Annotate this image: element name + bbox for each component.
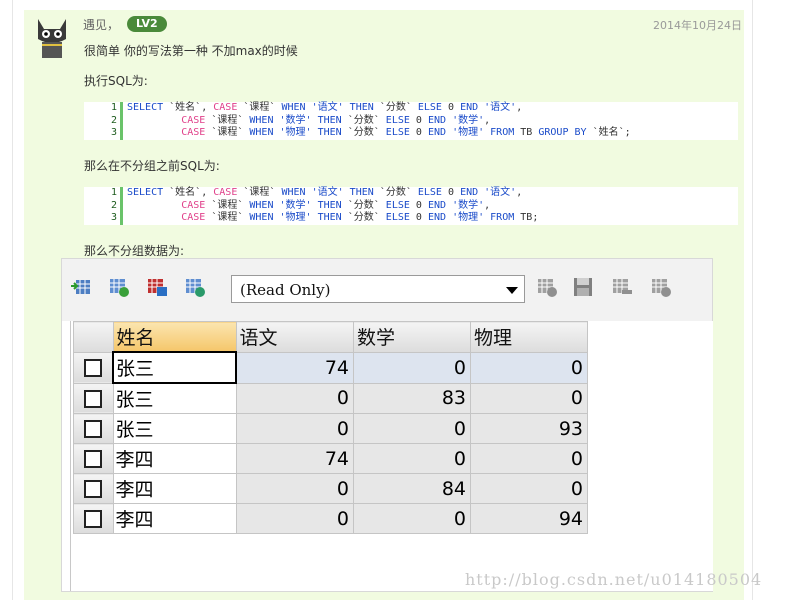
result-mode-select[interactable]: (Read Only) bbox=[231, 275, 525, 303]
column-header[interactable]: 语文 bbox=[235, 321, 354, 353]
cell-score[interactable]: 0 bbox=[235, 473, 354, 504]
line-number: 2 bbox=[84, 199, 123, 212]
line-number: 1 bbox=[84, 187, 123, 200]
cell-score[interactable]: 94 bbox=[470, 503, 588, 534]
cell-score[interactable]: 93 bbox=[470, 413, 588, 444]
data-label: 那么不分组数据为: bbox=[84, 244, 185, 258]
watermark: http://blog.csdn.net/u014180504 bbox=[465, 570, 763, 589]
result-grid: 姓名 语文 数学 物理 张三 74 0 0 张三 0 83 0 张三 0 0 93 李四 74 0 0 李四 0 8… bbox=[73, 321, 588, 534]
toolbar: (Read Only) bbox=[62, 259, 712, 321]
column-header[interactable]: 物理 bbox=[470, 321, 588, 353]
cell-score[interactable]: 0 bbox=[235, 503, 354, 534]
result-mode-value: (Read Only) bbox=[240, 281, 331, 299]
code-line: 2 CASE `课程` WHEN '数学' THEN `分数` ELSE 0 E… bbox=[84, 199, 738, 212]
column-header[interactable]: 姓名 bbox=[112, 321, 237, 353]
code-block-2: 1 SELECT `姓名`, CASE `课程` WHEN '语文' THEN `… bbox=[84, 187, 738, 225]
code-line: 3 CASE `课程` WHEN '物理' THEN `分数` ELSE 0 E… bbox=[84, 212, 738, 225]
cell-score[interactable]: 0 bbox=[235, 382, 354, 414]
cell-score[interactable]: 0 bbox=[353, 413, 471, 444]
code-block-1: 1 SELECT `姓名`, CASE `课程` WHEN '语文' THEN `… bbox=[84, 102, 738, 140]
grid-export-icon[interactable] bbox=[70, 276, 92, 298]
table-row[interactable]: 李四 74 0 0 bbox=[73, 443, 588, 474]
cell-name[interactable]: 李四 bbox=[112, 443, 237, 474]
before-group-label: 那么在不分组之前SQL为: bbox=[84, 159, 220, 173]
code-text: SELECT `姓名`, CASE `课程` WHEN '语文' THEN `分… bbox=[127, 102, 523, 113]
cell-name[interactable]: 李四 bbox=[112, 473, 237, 504]
checkbox-icon[interactable] bbox=[84, 480, 103, 498]
cell-score[interactable]: 0 bbox=[235, 413, 354, 444]
row-selector[interactable] bbox=[73, 351, 114, 384]
cell-name[interactable]: 李四 bbox=[112, 503, 237, 534]
row-selector[interactable] bbox=[73, 503, 114, 534]
grid-save-icon[interactable] bbox=[146, 276, 168, 298]
line-number: 3 bbox=[84, 127, 123, 140]
checkbox-icon[interactable] bbox=[84, 510, 103, 528]
grid-header-row: 姓名 语文 数学 物理 bbox=[73, 321, 588, 353]
checkbox-icon[interactable] bbox=[84, 450, 103, 468]
code-text: CASE `课程` WHEN '物理' THEN `分数` ELSE 0 END… bbox=[181, 127, 631, 138]
code-text: CASE `课程` WHEN '物理' THEN `分数` ELSE 0 END… bbox=[181, 212, 539, 223]
left-border bbox=[12, 0, 13, 600]
cell-name[interactable]: 张三 bbox=[112, 413, 237, 444]
checkbox-icon[interactable] bbox=[84, 420, 103, 438]
grid-add-icon[interactable] bbox=[108, 276, 130, 298]
cell-score[interactable]: 74 bbox=[235, 351, 354, 384]
cell-name[interactable]: 张三 bbox=[112, 382, 237, 414]
grid-corner[interactable] bbox=[73, 321, 114, 353]
row-selector[interactable] bbox=[73, 413, 114, 444]
row-selector[interactable] bbox=[73, 443, 114, 474]
row-selector[interactable] bbox=[73, 382, 114, 414]
result-grid-area: 姓名 语文 数学 物理 张三 74 0 0 张三 0 83 0 张三 0 0 93 李四 74 0 0 李四 0 8… bbox=[70, 321, 713, 591]
cell-score[interactable]: 0 bbox=[470, 473, 588, 504]
row-selector[interactable] bbox=[73, 473, 114, 504]
cell-score[interactable]: 74 bbox=[235, 443, 354, 474]
cell-score[interactable]: 84 bbox=[353, 473, 471, 504]
table-row[interactable]: 张三 0 0 93 bbox=[73, 413, 588, 444]
sql-label: 执行SQL为: bbox=[84, 74, 148, 88]
cell-name[interactable]: 张三 bbox=[112, 351, 237, 384]
level-badge: LV2 bbox=[127, 16, 167, 32]
cell-score[interactable]: 0 bbox=[470, 382, 588, 414]
checkbox-icon[interactable] bbox=[84, 389, 103, 408]
line-number: 3 bbox=[84, 212, 123, 225]
line-number: 2 bbox=[84, 114, 123, 127]
username[interactable]: 遇见， bbox=[83, 16, 119, 33]
cell-score[interactable]: 0 bbox=[353, 351, 471, 384]
grid-delete-icon[interactable] bbox=[611, 276, 633, 298]
table-row[interactable]: 李四 0 0 94 bbox=[73, 503, 588, 534]
right-border bbox=[752, 0, 753, 600]
checkbox-icon[interactable] bbox=[84, 359, 102, 377]
cell-score[interactable]: 83 bbox=[353, 382, 471, 414]
column-header[interactable]: 数学 bbox=[353, 321, 471, 353]
table-row[interactable]: 张三 0 83 0 bbox=[73, 382, 588, 414]
cell-score[interactable]: 0 bbox=[353, 503, 471, 534]
query-result-window: (Read Only) 姓名 语文 数学 物理 张三 74 0 0 张三 0 83 0 张三 0 0… bbox=[61, 258, 713, 592]
table-row[interactable]: 李四 0 84 0 bbox=[73, 473, 588, 504]
chevron-down-icon bbox=[506, 287, 518, 294]
table-row[interactable]: 张三 74 0 0 bbox=[73, 351, 588, 384]
grid-refresh-icon[interactable] bbox=[184, 276, 206, 298]
cell-score[interactable]: 0 bbox=[470, 443, 588, 474]
code-line: 1 SELECT `姓名`, CASE `课程` WHEN '语文' THEN `… bbox=[84, 187, 738, 200]
code-text: CASE `课程` WHEN '数学' THEN `分数` ELSE 0 END… bbox=[181, 114, 491, 126]
grid-insert-icon[interactable] bbox=[536, 276, 558, 298]
line-number: 1 bbox=[84, 102, 123, 115]
comment-text-line: 很简单 你的写法第一种 不加max的时候 bbox=[84, 44, 298, 58]
disk-save-icon[interactable] bbox=[572, 276, 594, 298]
cell-score[interactable]: 0 bbox=[470, 351, 588, 384]
code-line: 2 CASE `课程` WHEN '数学' THEN `分数` ELSE 0 E… bbox=[84, 114, 738, 127]
code-text: CASE `课程` WHEN '数学' THEN `分数` ELSE 0 END… bbox=[181, 199, 491, 211]
comment-date: 2014年10月24日 bbox=[653, 19, 742, 32]
cat-avatar-icon[interactable] bbox=[30, 15, 74, 60]
code-line: 1 SELECT `姓名`, CASE `课程` WHEN '语文' THEN `… bbox=[84, 102, 738, 115]
code-text: SELECT `姓名`, CASE `课程` WHEN '语文' THEN `分… bbox=[127, 187, 523, 198]
cell-score[interactable]: 0 bbox=[353, 443, 471, 474]
grid-cancel-icon[interactable] bbox=[650, 276, 672, 298]
code-line: 3 CASE `课程` WHEN '物理' THEN `分数` ELSE 0 E… bbox=[84, 127, 738, 140]
